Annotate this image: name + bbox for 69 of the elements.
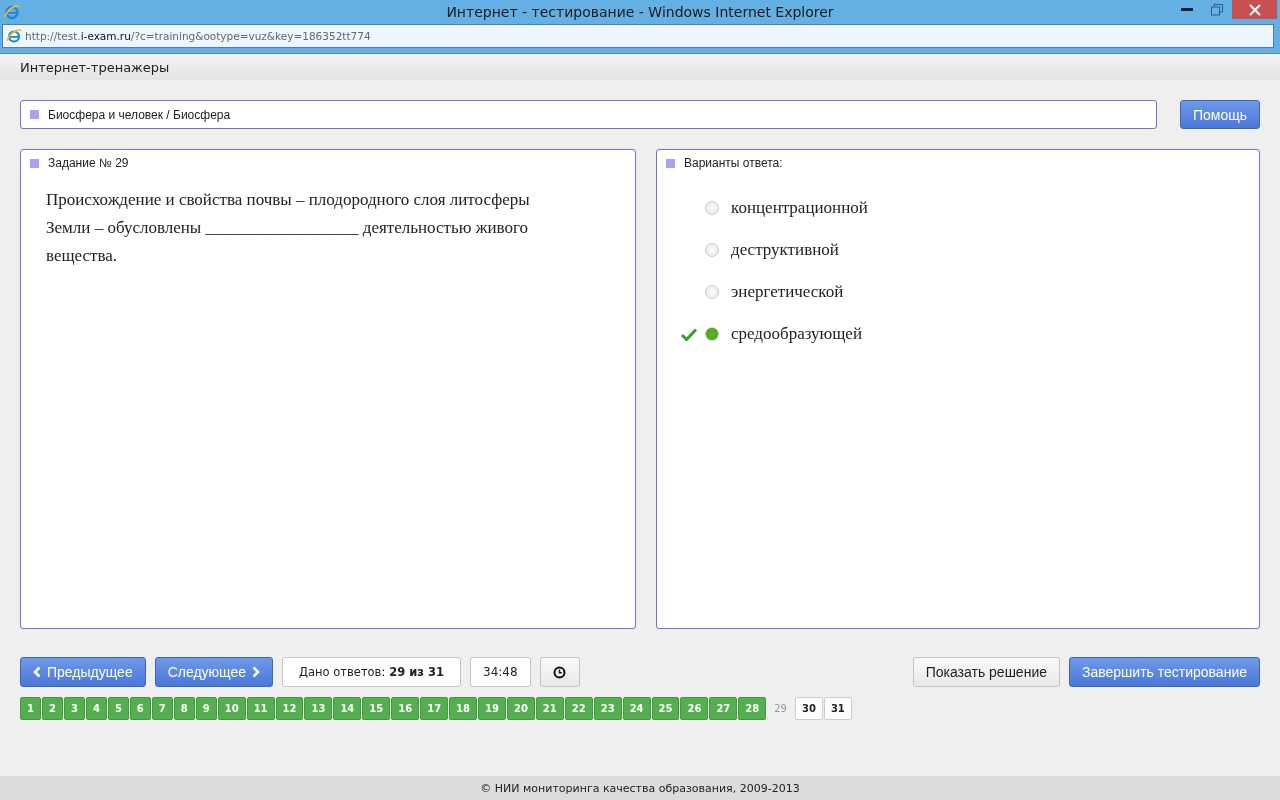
question-number-button[interactable]: 3: [63, 697, 85, 720]
question-number-button[interactable]: 17: [420, 697, 449, 720]
url-text: http://test.: [25, 30, 81, 42]
square-icon: [30, 158, 39, 168]
question-number-button[interactable]: 6: [129, 697, 151, 720]
browser-logo-icon: [6, 28, 22, 44]
question-number-button[interactable]: 28: [738, 697, 767, 720]
question-number-button[interactable]: 20: [506, 697, 535, 720]
square-icon: [666, 158, 675, 168]
timer: 34:48: [470, 657, 531, 687]
next-button[interactable]: Следующее: [154, 657, 274, 687]
footer-text: © НИИ мониторинга качества образования, 2009-2013: [480, 781, 800, 795]
question-number-button[interactable]: 10: [217, 697, 246, 720]
question-number-button[interactable]: 13: [304, 697, 333, 720]
question-number-button[interactable]: 5: [107, 697, 129, 720]
clock-button[interactable]: [539, 657, 580, 687]
close-icon: [1248, 3, 1261, 16]
radio-button[interactable]: [705, 243, 719, 257]
question-number-button[interactable]: 15: [362, 697, 391, 720]
question-number-button[interactable]: 14: [333, 697, 362, 720]
question-number-button[interactable]: 30: [794, 697, 823, 720]
radio-button[interactable]: [705, 285, 719, 299]
question-number-button[interactable]: 21: [535, 697, 564, 720]
question-number-button[interactable]: 27: [709, 697, 738, 720]
question-number-button[interactable]: 23: [593, 697, 622, 720]
question-number-button[interactable]: 2: [41, 697, 63, 720]
task-title: Задание № 29: [48, 156, 129, 170]
url-domain: i-exam.ru: [80, 30, 131, 42]
help-button[interactable]: Помощь: [1180, 100, 1260, 129]
question-number-button[interactable]: 12: [275, 697, 304, 720]
topic-path: Биосфера и человек / Биосфера: [48, 107, 231, 122]
question-number-button[interactable]: 18: [449, 697, 477, 720]
question-number-button[interactable]: 16: [391, 697, 420, 720]
answered-counter: Дано ответов: 29 из 31: [282, 657, 462, 687]
option-label[interactable]: деструктивной: [731, 240, 839, 260]
question-number-button[interactable]: 7: [151, 697, 173, 720]
previous-button[interactable]: Предыдущее: [20, 657, 146, 687]
question-number-button[interactable]: 31: [823, 697, 852, 720]
question-text: Происхождение и свойства почвы – плодородного слоя литосферы Земли – обусловлены __________________ деятельностью живого вещества.: [46, 189, 531, 267]
radio-button[interactable]: [705, 327, 719, 341]
minimize-icon: [1181, 7, 1193, 12]
question-number-button[interactable]: 25: [651, 697, 680, 720]
answers-title: Варианты ответа:: [684, 156, 783, 170]
url-text: /?c=training&ootype=vuz&key=186352tt774: [130, 30, 371, 42]
option-label[interactable]: концентрационной: [731, 198, 868, 218]
chevron-right-icon: [252, 666, 261, 678]
question-number-button[interactable]: 9: [195, 697, 217, 720]
site-title: Интернет-тренажеры: [20, 59, 170, 75]
close-button[interactable]: [1232, 0, 1277, 19]
question-number-button[interactable]: 24: [622, 697, 651, 720]
option-label[interactable]: средообразующей: [731, 324, 862, 344]
question-number-button[interactable]: 4: [85, 697, 107, 720]
radio-button[interactable]: [705, 201, 719, 215]
address-bar[interactable]: http://test.i-exam.ru/?c=training&ootype=vuz&key=186352tt774: [2, 24, 1274, 48]
restore-icon: [1211, 3, 1223, 16]
question-number-button[interactable]: 26: [680, 697, 709, 720]
question-number-button[interactable]: 8: [173, 697, 195, 720]
window-title: Интернет - тестирование - Windows Internet Explorer: [445, 3, 835, 20]
browser-logo-icon: [4, 3, 20, 20]
square-icon: [30, 110, 39, 119]
question-number-button[interactable]: 22: [564, 697, 593, 720]
finish-button[interactable]: Завершить тестирование: [1069, 657, 1260, 687]
question-number-button[interactable]: 1: [20, 697, 41, 720]
question-number-button[interactable]: 11: [246, 697, 275, 720]
chevron-left-icon: [33, 666, 41, 678]
clock-icon: [553, 665, 567, 679]
show-solution-button[interactable]: Показать решение: [912, 657, 1060, 687]
option-label[interactable]: энергетической: [731, 282, 844, 302]
question-number-button[interactable]: 19: [478, 697, 506, 720]
